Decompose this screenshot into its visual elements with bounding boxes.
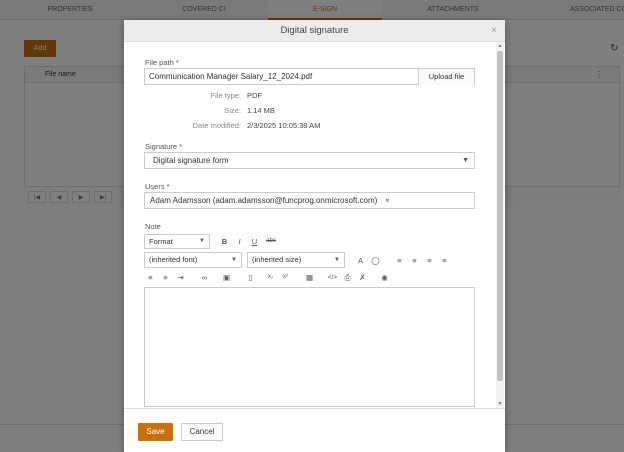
size-select[interactable]: (inherited size) ▼ [247, 252, 345, 268]
signature-label: Signature * [145, 142, 183, 151]
note-label: Note [145, 222, 161, 231]
align-center-icon[interactable]: ≡ [408, 254, 421, 267]
date-modified-value: 2/3/2025 10:05:38 AM [247, 121, 321, 130]
size-label: Size: [224, 106, 241, 115]
chevron-down-icon: ▼ [199, 238, 205, 244]
align-justify-icon[interactable]: ≡ [438, 254, 451, 267]
highlight-icon[interactable]: ◯ [369, 254, 382, 267]
note-editor-area[interactable] [144, 287, 475, 407]
font-select-label: (inherited font) [149, 255, 198, 264]
digital-signature-dialog: Digital signature × File path * Communic… [124, 20, 505, 452]
file-path-value: Communication Manager Salary_12_2024.pdf [149, 72, 313, 81]
link-icon[interactable]: ∞ [198, 271, 211, 284]
bold-button[interactable]: B [218, 235, 231, 248]
dialog-header: Digital signature × [124, 20, 505, 42]
file-type-label: File type: [210, 91, 241, 100]
numbered-list-icon[interactable]: ≡ [159, 271, 172, 284]
file-type-value: PDF [247, 91, 262, 100]
subscript-button[interactable]: x₂ [264, 271, 277, 284]
print-icon[interactable]: ⎙ [341, 271, 354, 284]
indent-icon[interactable]: ⇥ [174, 271, 187, 284]
cancel-button[interactable]: Cancel [181, 423, 223, 441]
file-icon[interactable]: ▯ [244, 271, 257, 284]
close-icon[interactable]: × [491, 20, 497, 42]
image-icon[interactable]: ▣ [220, 271, 233, 284]
scroll-thumb[interactable] [497, 51, 503, 381]
scroll-up-icon[interactable]: ▲ [496, 42, 504, 50]
align-right-icon[interactable]: ≡ [423, 254, 436, 267]
font-select[interactable]: (inherited font) ▼ [144, 252, 242, 268]
underline-button[interactable]: U [248, 235, 261, 248]
size-select-label: (inherited size) [252, 255, 302, 264]
save-button[interactable]: Save [138, 423, 173, 441]
format-select[interactable]: Format ▼ [144, 234, 210, 249]
text-color-button[interactable]: A [354, 254, 367, 267]
dialog-title: Digital signature [280, 25, 349, 36]
chevron-down-icon: ▼ [334, 257, 340, 263]
signature-value: Digital signature form [153, 156, 229, 165]
superscript-button[interactable]: x² [279, 271, 292, 284]
align-left-icon[interactable]: ≡ [393, 254, 406, 267]
file-path-label: File path * [145, 58, 179, 67]
chevron-down-icon: ▼ [462, 157, 469, 164]
table-icon[interactable]: ▦ [303, 271, 316, 284]
date-modified-label: Date modified: [192, 121, 241, 130]
globe-icon[interactable]: ◉ [378, 271, 391, 284]
scroll-down-icon[interactable]: ▼ [496, 400, 504, 408]
strikethrough-button[interactable]: abc [263, 235, 279, 248]
dialog-scrollbar[interactable]: ▲ ▼ [496, 42, 504, 408]
user-tag: Adam Adamsson (adam.adamsson@funcprog.on… [150, 196, 378, 205]
file-path-field[interactable]: Communication Manager Salary_12_2024.pdf… [144, 68, 475, 85]
code-button[interactable]: </> [325, 271, 340, 284]
signature-select[interactable]: Digital signature form ▼ [144, 152, 475, 169]
size-value: 1.14 MB [247, 106, 275, 115]
dialog-body: File path * Communication Manager Salary… [124, 42, 505, 408]
users-field[interactable]: Adam Adamsson (adam.adamsson@funcprog.on… [144, 192, 475, 209]
format-select-label: Format [149, 237, 173, 246]
bullet-list-icon[interactable]: ≡ [144, 271, 157, 284]
dialog-footer: Save Cancel [124, 408, 505, 452]
italic-button[interactable]: I [233, 235, 246, 248]
chevron-down-icon: ▼ [231, 257, 237, 263]
remove-user-icon[interactable]: × [385, 193, 390, 209]
clear-format-icon[interactable]: ✗ [356, 271, 369, 284]
upload-file-button[interactable]: Upload file [418, 69, 474, 85]
rich-text-editor: Format ▼ B I U abc (inherited font) ▼ (i… [144, 232, 475, 407]
users-label: Users * [145, 182, 170, 191]
